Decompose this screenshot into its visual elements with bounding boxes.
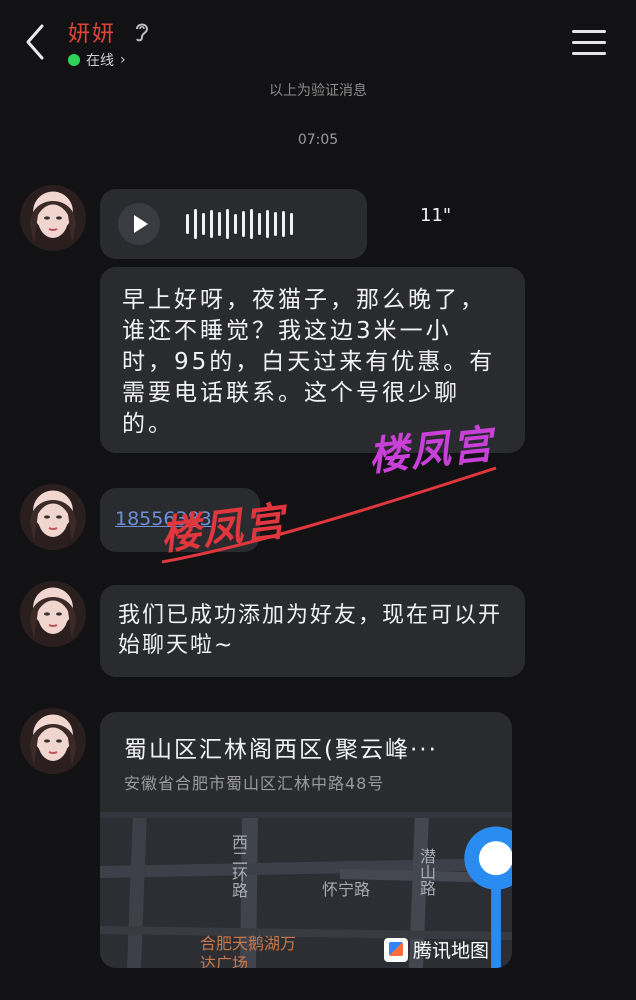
avatar[interactable] <box>20 185 86 251</box>
waveform-icon <box>186 209 293 239</box>
location-title: 蜀山区汇林阁西区(聚云峰··· <box>124 737 438 763</box>
ear-icon[interactable] <box>132 20 152 44</box>
map-label: 西二环路 <box>229 834 248 898</box>
online-dot-icon <box>68 54 80 66</box>
text-message-bubble[interactable]: 我们已成功添加为好友，现在可以开始聊天啦~ <box>100 585 525 677</box>
tencent-map-logo-icon <box>384 937 408 962</box>
play-icon[interactable] <box>118 203 160 245</box>
hamburger-menu-icon <box>572 30 606 33</box>
map-thumbnail[interactable]: 西二环路 怀宁路 潜山路 合肥天鹅湖万达广场 腾讯地图 <box>100 812 512 968</box>
message-timestamp: 07:05 <box>297 132 339 148</box>
location-card[interactable]: 蜀山区汇林阁西区(聚云峰··· 安徽省合肥市蜀山区汇林中路48号 西二环路 怀宁… <box>100 712 512 968</box>
avatar[interactable] <box>20 484 86 550</box>
chat-header: 妍妍 在线 › <box>0 0 636 80</box>
voice-message-bubble[interactable]: 11" <box>100 189 451 259</box>
tencent-map-brand: 腾讯地图 <box>384 936 489 963</box>
menu-button[interactable] <box>572 30 606 56</box>
system-notice: 以上为验证消息 <box>269 83 367 99</box>
location-pin-icon <box>290 824 512 968</box>
chevron-right-icon: › <box>120 52 126 68</box>
status-label: 在线 <box>86 53 114 69</box>
online-status[interactable]: 在线 › <box>68 50 126 70</box>
location-address: 安徽省合肥市蜀山区汇林中路48号 <box>124 774 385 793</box>
contact-name[interactable]: 妍妍 <box>68 16 116 48</box>
back-button[interactable] <box>22 22 52 62</box>
avatar[interactable] <box>20 581 86 647</box>
avatar[interactable] <box>20 708 86 774</box>
voice-duration: 11" <box>420 205 452 226</box>
chevron-left-icon <box>26 24 44 60</box>
